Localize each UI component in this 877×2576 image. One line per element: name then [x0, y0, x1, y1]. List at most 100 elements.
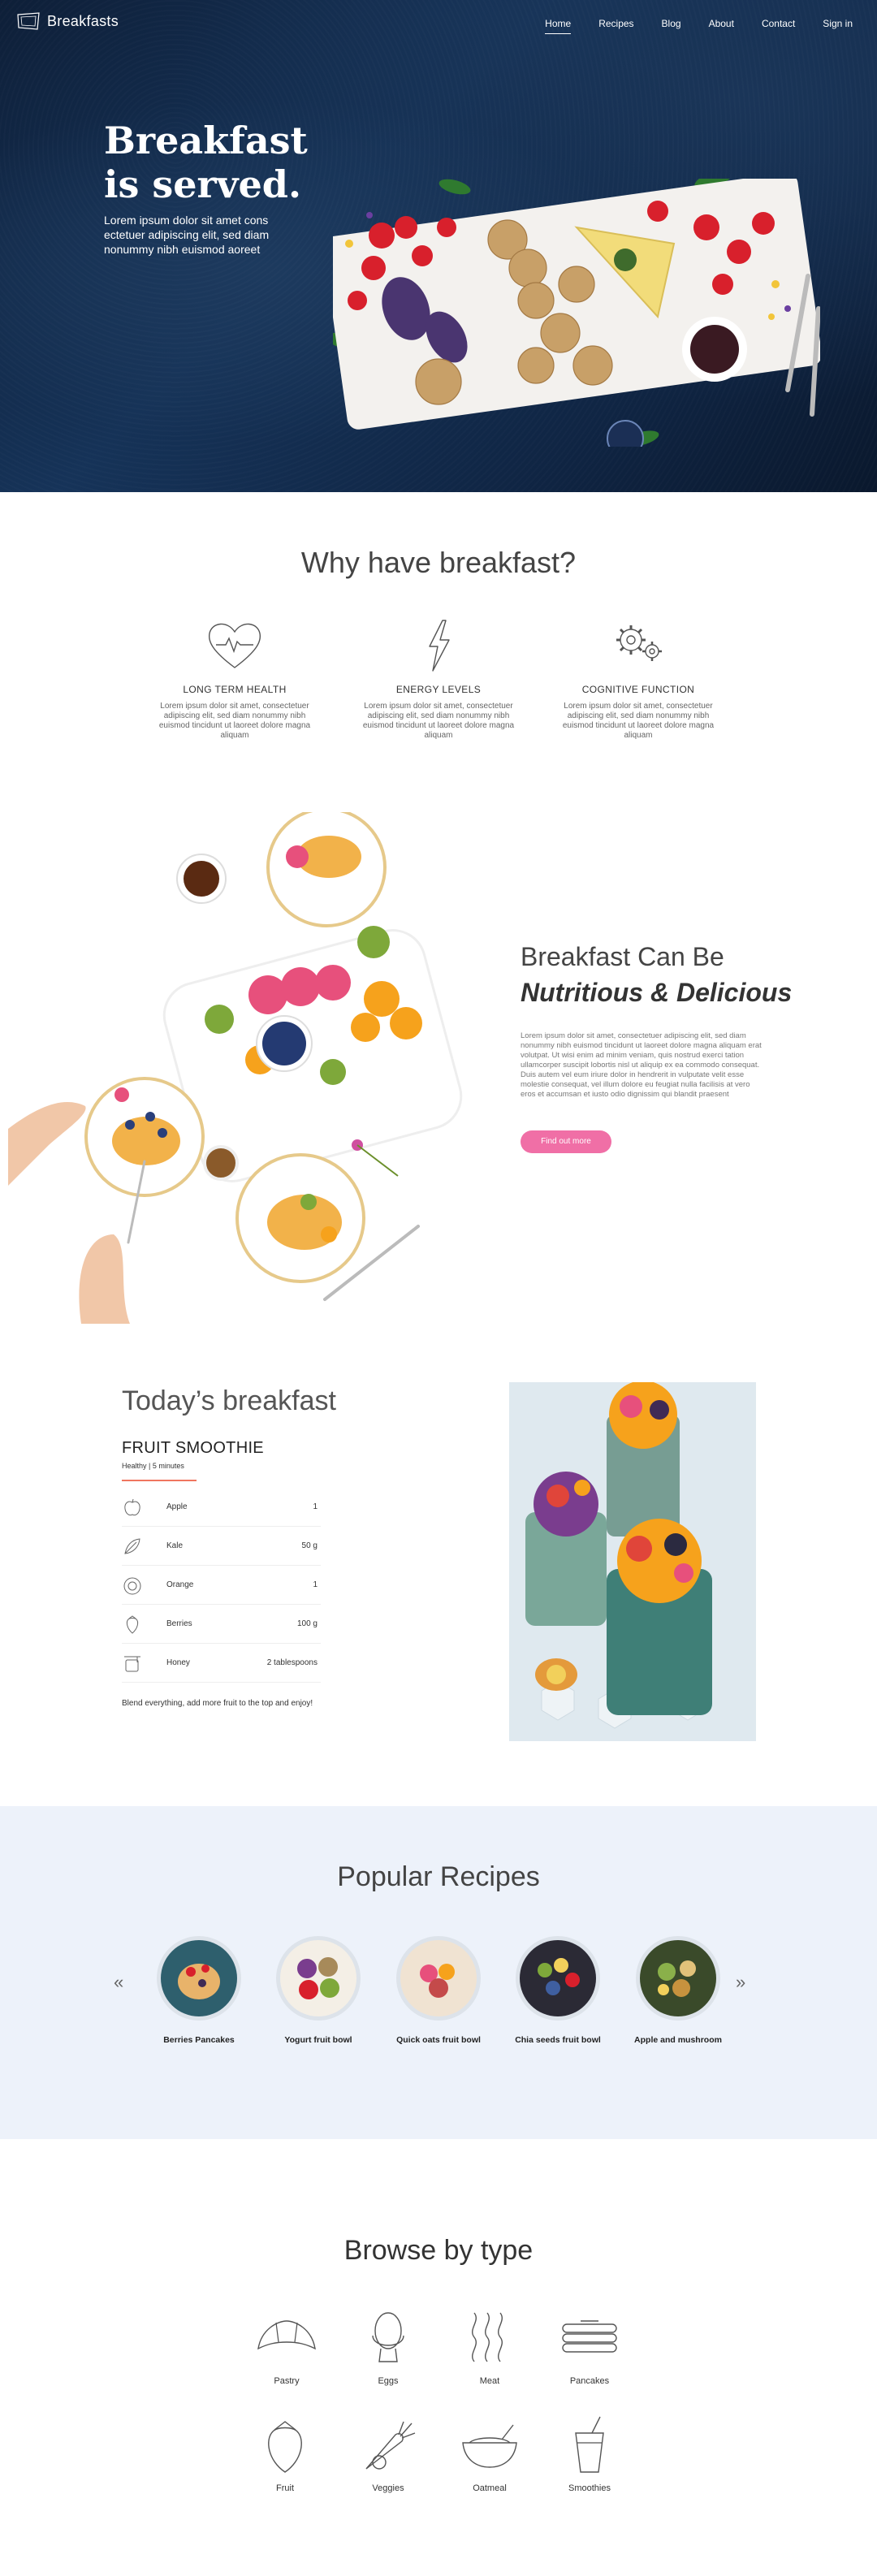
hero-title-line1: Breakfast [104, 119, 308, 162]
hero-section: Breakfasts Home Recipes Blog About Conta… [0, 0, 877, 492]
pancakes-icon [562, 2320, 617, 2353]
type-label: Veggies [372, 2483, 404, 2493]
ingredient-qty: 2 tablespoons [266, 1658, 318, 1667]
strawberry-icon [268, 2421, 302, 2473]
quick-oats-fruit-bowl-image [396, 1936, 481, 2021]
popular-recipes-section: Popular Recipes « » Berries Pancakes Yog… [0, 1806, 877, 2139]
recipe-card[interactable]: Quick oats fruit bowl [382, 1936, 495, 2045]
type-smoothies[interactable]: Smoothies [549, 2415, 630, 2493]
ingredient-qty: 1 [313, 1502, 318, 1511]
type-meat[interactable]: Meat [449, 2308, 530, 2386]
smoothie-cup-icon [575, 2416, 604, 2473]
recipe-card-title: Apple and mushroom [634, 2035, 722, 2045]
chia-seeds-fruit-bowl-image [516, 1936, 600, 2021]
ingredient-qty: 100 g [296, 1619, 318, 1628]
recipe-card[interactable]: Berries Pancakes [142, 1936, 256, 2045]
ingredient-name: Apple [166, 1502, 188, 1511]
gears-icon [616, 625, 662, 661]
brand-name: Breakfasts [47, 12, 119, 29]
browse-title: Browse by type [343, 2235, 534, 2266]
recipe-note: Blend everything, add more fruit to the … [122, 1699, 313, 1708]
why-title: Why have breakfast? [300, 546, 577, 579]
ingredient-name: Honey [166, 1658, 190, 1667]
type-fruit[interactable]: Fruit [244, 2415, 326, 2493]
nav-home[interactable]: Home [545, 18, 572, 34]
strawberry-icon [126, 1614, 139, 1634]
logo[interactable]: Breakfasts [16, 11, 119, 31]
smoothie-photo [509, 1382, 756, 1741]
type-pastry[interactable]: Pastry [246, 2308, 327, 2386]
hero-subtitle: Lorem ipsum dolor sit amet cons ectetuer… [104, 214, 270, 256]
ingredient-name: Orange [166, 1580, 194, 1589]
type-label: Eggs [378, 2376, 399, 2386]
type-label: Smoothies [568, 2483, 611, 2493]
recipe-card[interactable]: Yogurt fruit bowl [261, 1936, 375, 2045]
bacon-icon [472, 2312, 503, 2362]
today-title: Today’s breakfast [122, 1385, 336, 1416]
feature-cognitive-function: COGNITIVE FUNCTION Lorem ipsum dolor sit… [557, 617, 719, 741]
carrot-icon [365, 2421, 416, 2470]
ingredient-row: Orange 1 [122, 1566, 321, 1605]
feature-text: Lorem ipsum dolor sit amet, consectetuer… [562, 702, 715, 740]
carousel-next-button[interactable]: » [736, 1972, 745, 1993]
nav-recipes[interactable]: Recipes [598, 18, 633, 34]
recipe-card[interactable]: Chia seeds fruit bowl [501, 1936, 615, 2045]
recipe-accent-rule [122, 1480, 197, 1481]
recipe-card-title: Quick oats fruit bowl [396, 2035, 481, 2045]
ingredient-row: Honey 2 tablespoons [122, 1644, 321, 1683]
nutritious-title-line2: Nutritious & Delicious [521, 978, 793, 1007]
type-veggies[interactable]: Veggies [348, 2415, 429, 2493]
recipe-name: FRUIT SMOOTHIE [122, 1439, 264, 1457]
hero-title-line2: is served. [104, 162, 301, 206]
feature-text: Lorem ipsum dolor sit amet, consectetuer… [362, 702, 515, 740]
find-out-more-button[interactable]: Find out more [521, 1130, 611, 1153]
nav-sign-in[interactable]: Sign in [823, 18, 853, 34]
type-label: Meat [479, 2376, 500, 2386]
carousel-prev-button[interactable]: « [114, 1972, 123, 1993]
feature-title: COGNITIVE FUNCTION [581, 684, 695, 695]
heart-icon [208, 623, 261, 668]
type-label: Fruit [276, 2483, 294, 2493]
ingredient-name: Kale [166, 1541, 184, 1550]
apple-and-mushroom-image [636, 1936, 720, 2021]
egg-icon [372, 2312, 404, 2362]
hero-title: Breakfast is served. [104, 119, 364, 206]
ingredient-qty: 1 [313, 1580, 318, 1589]
recipe-card[interactable]: Apple and mushroom [621, 1936, 735, 2045]
type-pancakes[interactable]: Pancakes [549, 2308, 630, 2386]
yogurt-fruit-bowl-image [276, 1936, 361, 2021]
kale-icon [124, 1537, 140, 1554]
nav-blog[interactable]: Blog [662, 18, 681, 34]
type-label: Oatmeal [473, 2483, 507, 2493]
croissant-icon [257, 2320, 316, 2350]
orange-icon [123, 1577, 141, 1594]
nutritious-title-line1: Breakfast Can Be [521, 942, 724, 971]
type-label: Pastry [274, 2376, 300, 2386]
recipe-card-title: Chia seeds fruit bowl [515, 2035, 601, 2045]
feature-title: LONG TERM HEALTH [183, 684, 287, 695]
bowl-icon [462, 2424, 517, 2468]
recipe-card-title: Berries Pancakes [163, 2035, 235, 2045]
popular-title: Popular Recipes [337, 1861, 540, 1892]
ingredient-row: Kale 50 g [122, 1527, 321, 1566]
lightning-icon [429, 620, 450, 672]
nav-about[interactable]: About [709, 18, 734, 34]
feature-title: ENERGY LEVELS [395, 684, 482, 695]
type-eggs[interactable]: Eggs [348, 2308, 429, 2386]
type-oatmeal[interactable]: Oatmeal [449, 2415, 530, 2493]
ingredient-row: Berries 100 g [122, 1605, 321, 1644]
fruit-breakfast-table-image [8, 812, 483, 1324]
nutritious-body: Lorem ipsum dolor sit amet, consectetuer… [521, 1031, 762, 1099]
feature-energy-levels: ENERGY LEVELS Lorem ipsum dolor sit amet… [357, 617, 520, 741]
berries-pancakes-image [157, 1936, 241, 2021]
ingredient-qty: 50 g [301, 1541, 318, 1550]
ingredient-row: Apple 1 [122, 1488, 321, 1527]
honey-icon [124, 1656, 140, 1671]
breakfast-logo-icon [17, 12, 40, 30]
nav-contact[interactable]: Contact [762, 18, 795, 34]
breakfast-platter-image [333, 179, 820, 447]
apple-icon [124, 1498, 140, 1515]
ingredient-list: Apple 1 Kale 50 g Orange 1 Berries 100 g [122, 1488, 321, 1683]
recipe-card-title: Yogurt fruit bowl [284, 2035, 352, 2045]
feature-long-term-health: LONG TERM HEALTH Lorem ipsum dolor sit a… [153, 617, 316, 741]
